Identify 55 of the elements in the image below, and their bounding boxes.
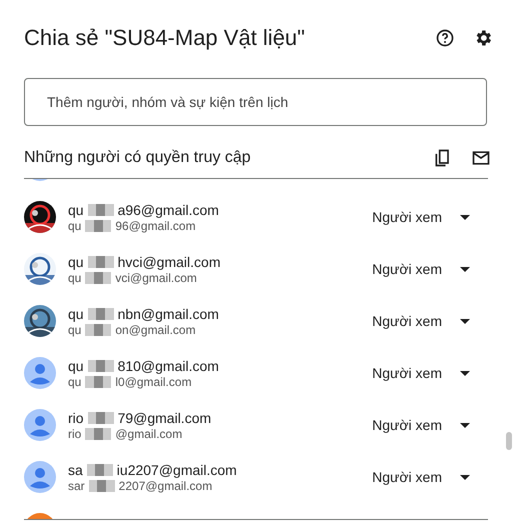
role-dropdown[interactable]: Người xem [372, 469, 488, 485]
account-name: qu [68, 254, 84, 270]
account-name: 810@gmail.com [118, 358, 219, 374]
redaction-mosaic [88, 308, 114, 320]
redaction-mosaic [88, 480, 115, 492]
redaction-mosaic [88, 204, 114, 216]
email-text: 2207@gmail.com [118, 478, 212, 492]
redaction-mosaic [85, 324, 112, 336]
email-text: qu [68, 322, 82, 336]
account-name: sa [68, 462, 83, 478]
avatar-icon [24, 409, 56, 441]
email-text: sar [68, 478, 85, 492]
email-text: vci@gmail.com [115, 270, 197, 284]
avatar-icon [24, 357, 56, 389]
account-name: nbn@gmail.com [118, 306, 219, 322]
redaction-mosaic [86, 464, 113, 476]
account-name: hvci@gmail.com [118, 254, 220, 270]
email-text: qu [68, 218, 82, 232]
dialog-title: Chia sẻ "SU84-Map Vật liệu" [24, 25, 306, 51]
caret-icon [460, 422, 470, 428]
email-text: on@gmail.com [115, 322, 196, 336]
redaction-mosaic [85, 220, 112, 232]
redaction-mosaic [85, 376, 112, 388]
role-dropdown[interactable]: Người xem [372, 209, 488, 225]
caret-icon [460, 318, 470, 324]
section-title: Những người có quyền truy cập [24, 149, 252, 167]
email-text: @gmail.com [115, 426, 182, 440]
scrollbar-thumb[interactable] [506, 432, 512, 450]
caret-icon [460, 370, 470, 376]
account-name: a96@gmail.com [118, 202, 219, 218]
account-name: 79@gmail.com [118, 410, 212, 426]
caret-icon [460, 474, 470, 480]
search-field[interactable]: Thêm người, nhóm và sự kiện trên lịch [24, 78, 487, 126]
account-name: qu [68, 358, 84, 374]
role-dropdown[interactable]: Người xem [372, 365, 488, 381]
role-dropdown[interactable]: Người xem [372, 261, 488, 277]
account-name: iu2207@gmail.com [116, 462, 237, 478]
role-dropdown[interactable]: Người xem [372, 417, 488, 433]
email-text: qu [68, 374, 82, 388]
redaction-mosaic [85, 428, 112, 440]
redaction-mosaic [88, 360, 114, 372]
account-name: qu [68, 306, 84, 322]
redaction-mosaic [88, 256, 114, 268]
redaction-mosaic [85, 272, 112, 284]
email-text: 96@gmail.com [115, 218, 196, 232]
caret-icon [460, 266, 470, 272]
email-text: rio [68, 426, 82, 440]
role-dropdown[interactable]: Người xem [372, 313, 488, 329]
caret-icon [460, 214, 470, 220]
avatar-icon [24, 461, 56, 493]
email-text: l0@gmail.com [115, 374, 192, 388]
email-text: qu [68, 270, 82, 284]
account-name: qu [68, 202, 84, 218]
redaction-mosaic [88, 412, 114, 424]
account-name: rio [68, 410, 84, 426]
